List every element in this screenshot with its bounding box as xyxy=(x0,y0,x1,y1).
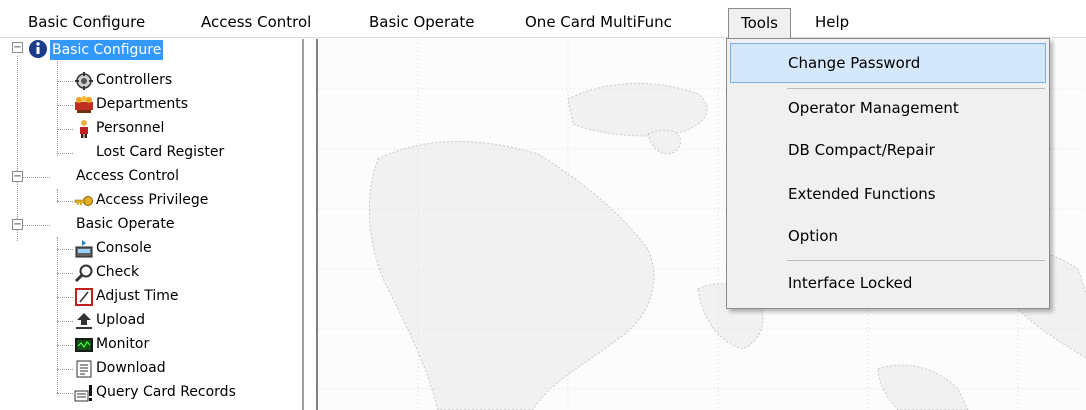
controllers-icon xyxy=(74,71,94,90)
departments-icon xyxy=(74,95,94,113)
menu-access-control[interactable]: Access Control xyxy=(195,9,317,35)
tree-connector xyxy=(57,321,73,322)
monitor-icon xyxy=(74,335,94,353)
menu-item-extended-functions-label: Extended Functions xyxy=(788,185,936,203)
menu-bar: Basic Configure Access Control Basic Ope… xyxy=(0,0,1086,39)
menu-item-extended-functions[interactable]: Extended Functions xyxy=(730,174,1046,214)
menu-tools-label: Tools xyxy=(741,14,778,32)
menu-item-db-compact-repair-label: DB Compact/Repair xyxy=(788,141,935,159)
personnel-icon xyxy=(74,119,94,138)
menu-item-interface-locked[interactable]: Interface Locked xyxy=(730,263,1046,303)
tree-connector xyxy=(57,81,73,82)
tree-item-query-card-records[interactable]: Query Card Records xyxy=(96,384,236,400)
tree-connector xyxy=(57,129,73,130)
tree-item-basic-operate[interactable]: Basic Operate xyxy=(76,216,174,232)
tree-connector xyxy=(57,345,73,346)
menu-item-db-compact-repair[interactable]: DB Compact/Repair xyxy=(730,130,1046,170)
navigation-tree: − Basic Configure Controllers Department… xyxy=(0,39,304,410)
tree-item-download[interactable]: Download xyxy=(96,360,166,376)
tree-item-lost-card-register[interactable]: Lost Card Register xyxy=(96,144,224,160)
download-icon xyxy=(74,359,94,378)
tree-connector xyxy=(22,225,50,226)
adjust-time-icon xyxy=(74,287,94,306)
menu-item-option-label: Option xyxy=(788,227,839,245)
tree-connector xyxy=(57,153,73,154)
query-card-records-icon xyxy=(74,383,94,402)
collapse-icon[interactable]: − xyxy=(12,171,23,182)
menu-help-label: Help xyxy=(815,13,850,31)
menu-basic-operate[interactable]: Basic Operate xyxy=(363,9,481,35)
menu-item-operator-management[interactable]: Operator Management xyxy=(730,88,1046,128)
tree-item-basic-configure[interactable]: Basic Configure xyxy=(50,40,164,60)
menu-one-card-multifunc[interactable]: One Card MultiFunc xyxy=(519,9,678,35)
menu-item-change-password[interactable]: Change Password xyxy=(730,43,1046,83)
collapse-icon[interactable]: − xyxy=(12,42,23,53)
menu-tools[interactable]: Tools xyxy=(728,8,791,39)
tools-dropdown-menu: Change Password Operator Management DB C… xyxy=(726,38,1050,309)
tree-connector xyxy=(57,273,73,274)
menu-item-interface-locked-label: Interface Locked xyxy=(788,274,913,292)
upload-icon xyxy=(74,311,94,329)
collapse-icon[interactable]: − xyxy=(12,219,23,230)
info-icon xyxy=(28,39,48,58)
check-icon xyxy=(74,263,94,283)
menu-separator xyxy=(787,260,1045,261)
tree-connector xyxy=(17,56,18,241)
tree-connector xyxy=(57,201,73,202)
tree-item-access-privilege[interactable]: Access Privilege xyxy=(96,192,208,208)
menu-one-card-multifunc-label: One Card MultiFunc xyxy=(525,13,672,31)
tree-item-console[interactable]: Console xyxy=(96,240,152,256)
menu-access-control-label: Access Control xyxy=(201,13,312,31)
menu-item-change-password-label: Change Password xyxy=(788,54,921,72)
tree-connector xyxy=(57,393,73,394)
key-icon xyxy=(74,191,94,209)
menu-basic-operate-label: Basic Operate xyxy=(369,13,475,31)
tree-connector xyxy=(57,105,73,106)
tree-item-check[interactable]: Check xyxy=(96,264,139,280)
menu-item-option[interactable]: Option xyxy=(730,216,1046,256)
menu-basic-configure[interactable]: Basic Configure xyxy=(22,9,151,35)
tree-connector xyxy=(57,297,73,298)
menu-help[interactable]: Help xyxy=(809,9,855,35)
tree-item-adjust-time[interactable]: Adjust Time xyxy=(96,288,178,304)
tree-item-departments[interactable]: Departments xyxy=(96,96,188,112)
tree-connector xyxy=(57,369,73,370)
menu-basic-configure-label: Basic Configure xyxy=(28,13,146,31)
tree-item-personnel[interactable]: Personnel xyxy=(96,120,164,136)
tree-item-monitor[interactable]: Monitor xyxy=(96,336,149,352)
tree-item-controllers[interactable]: Controllers xyxy=(96,72,172,88)
console-icon xyxy=(74,239,94,258)
tree-connector xyxy=(22,177,50,178)
tree-item-access-control[interactable]: Access Control xyxy=(76,168,179,184)
tree-item-upload[interactable]: Upload xyxy=(96,312,145,328)
menu-item-operator-management-label: Operator Management xyxy=(788,99,959,117)
tree-connector xyxy=(57,249,73,250)
tree-connector xyxy=(57,56,58,156)
